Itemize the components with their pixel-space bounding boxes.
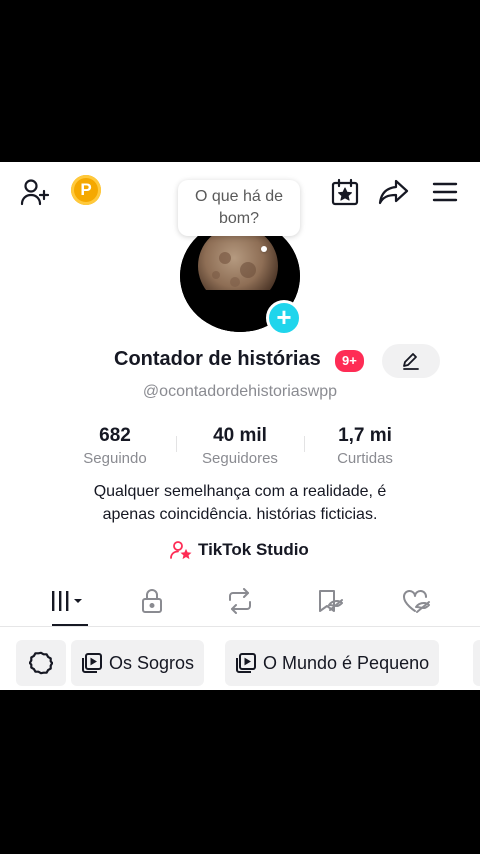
saved-hidden-icon: [319, 590, 343, 612]
tab-saved[interactable]: [299, 581, 359, 621]
stat-likes[interactable]: 1,7 mi Curtidas: [295, 425, 435, 469]
stat-likes-value: 1,7 mi: [338, 425, 392, 446]
tab-private[interactable]: [122, 581, 182, 621]
stat-likes-label: Curtidas: [337, 450, 393, 467]
playlist-item-partial[interactable]: [473, 640, 480, 686]
status-bubble-line2: bom?: [218, 210, 260, 227]
tab-reposts[interactable]: [210, 581, 270, 621]
tab-liked[interactable]: [386, 581, 446, 621]
stat-followers-value: 40 mil: [213, 425, 267, 446]
playlist-icon: [82, 653, 102, 673]
notification-badge: 9+: [335, 350, 364, 372]
playlist-settings-button[interactable]: [16, 640, 66, 686]
add-avatar-button[interactable]: +: [266, 300, 302, 336]
calendar-button[interactable]: [328, 176, 362, 208]
playlist-label: O Mundo é Pequeno: [263, 652, 430, 673]
person-plus-icon: [20, 179, 50, 206]
tab-videos[interactable]: [38, 581, 98, 621]
tiktok-studio-link[interactable]: TikTok Studio: [170, 540, 309, 560]
add-friend-button[interactable]: [18, 176, 52, 208]
bio-line-1: Qualquer semelhança com a realidade, é: [93, 483, 387, 500]
stat-followers[interactable]: 40 mil Seguidores: [170, 425, 310, 469]
status-bubble-line1: O que há de: [194, 188, 284, 205]
lock-icon: [142, 589, 162, 613]
stat-following[interactable]: 682 Seguindo: [45, 425, 185, 469]
tabs-divider: [0, 626, 480, 627]
status-bubble[interactable]: O que há de bom?: [178, 180, 300, 236]
videos-grid-icon: [52, 591, 82, 611]
profile-bio: Qualquer semelhança com a realidade, é a…: [0, 480, 480, 526]
gear-icon: [29, 651, 53, 675]
share-button[interactable]: [377, 176, 411, 208]
hamburger-menu-icon: [432, 182, 458, 202]
bio-line-2: apenas coincidência. histórias ficticias…: [102, 506, 378, 523]
coin-button[interactable]: P: [71, 175, 101, 205]
stat-following-value: 682: [99, 425, 131, 446]
menu-button[interactable]: [428, 176, 462, 208]
playlist-label: Os Sogros: [109, 652, 195, 673]
pencil-icon: [403, 353, 419, 370]
edit-name-button[interactable]: [382, 344, 440, 378]
profile-name: Contador de histórias: [114, 348, 321, 370]
profile-handle: @ocontadordehistoriaswpp: [142, 383, 338, 400]
stat-followers-label: Seguidores: [202, 450, 278, 467]
playlist-item[interactable]: O Mundo é Pequeno: [225, 640, 440, 686]
liked-hidden-icon: [403, 590, 430, 613]
bubble-tail: [261, 246, 267, 252]
playlist-icon: [236, 653, 256, 673]
playlist-item[interactable]: Os Sogros: [71, 640, 205, 686]
share-arrow-icon: [378, 179, 409, 205]
calendar-star-icon: [331, 178, 359, 206]
stat-following-label: Seguindo: [83, 450, 147, 467]
coin-letter: P: [80, 180, 92, 199]
person-star-icon: [170, 541, 192, 560]
profile-screen: P + O que há de bom? Contador de históri…: [0, 162, 480, 690]
repost-icon: [229, 588, 251, 614]
tiktok-studio-label: TikTok Studio: [198, 540, 309, 559]
